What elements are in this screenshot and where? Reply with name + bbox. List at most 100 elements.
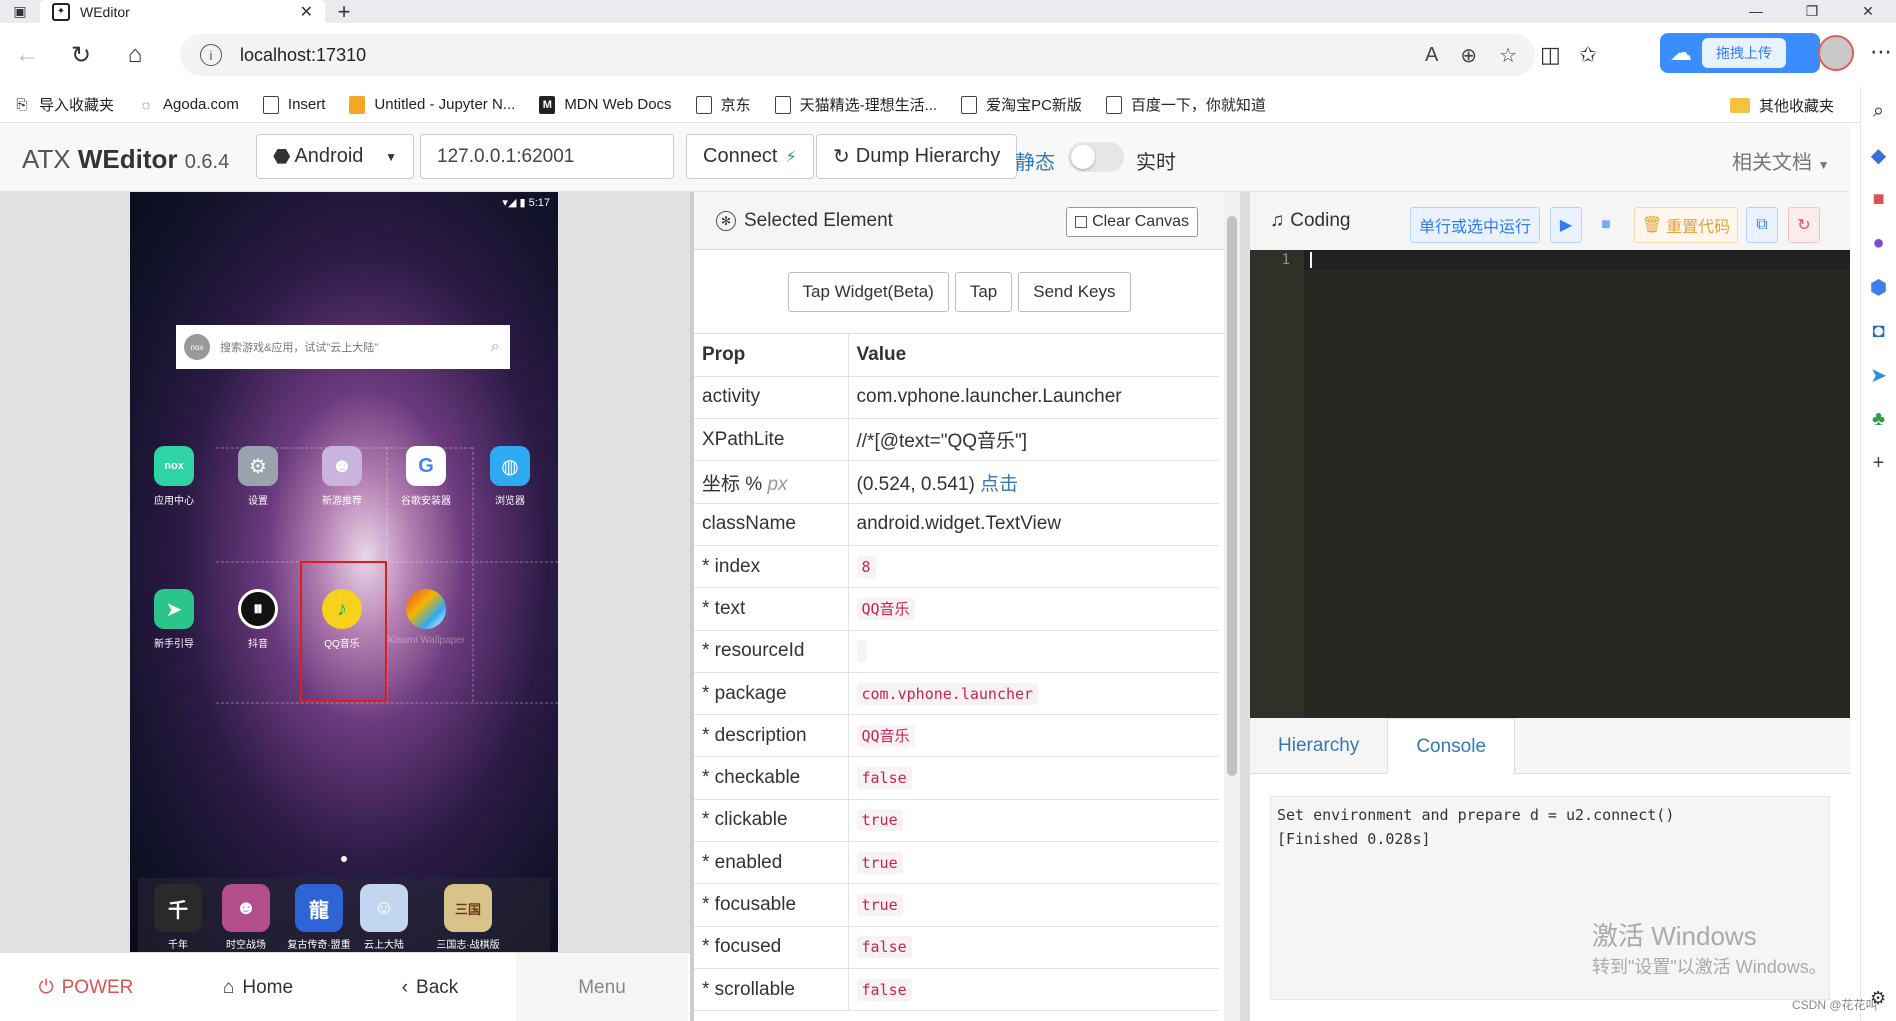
browser-tab-bar: ▣ ✦ WEditor ✕ + — ❐ ✕ [0, 0, 1896, 25]
dump-hierarchy-button[interactable]: ↻ Dump Hierarchy [816, 134, 1018, 179]
mdn-icon: M [539, 95, 556, 114]
bookmark-tmall[interactable]: 天猫精选-理想生活... [774, 94, 937, 115]
line-gutter: 1 [1250, 250, 1304, 718]
app-icon[interactable]: ◍ 浏览器 [470, 446, 550, 507]
tap-widget-button[interactable]: Tap Widget(Beta) [787, 271, 949, 312]
browser-tools: ◫ ✩ [1540, 34, 1597, 76]
cloud-icon: ☁ [1670, 40, 1692, 65]
baidu-upload-button[interactable]: ☁ 拖拽上传 [1660, 33, 1820, 73]
send-keys-button[interactable]: Send Keys [1018, 271, 1131, 312]
tree-icon[interactable]: ♣ [1867, 407, 1891, 431]
info-icon[interactable]: i [200, 44, 222, 66]
search-icon[interactable]: ⌕ [1867, 99, 1891, 123]
back-icon[interactable]: ← [0, 23, 54, 87]
people-icon[interactable]: ● [1867, 231, 1891, 255]
status-bar: ▾◢ ▮ 5:17 [502, 197, 550, 209]
favorites-icon[interactable]: ✩ [1579, 42, 1597, 68]
device-address-input[interactable]: 127.0.0.1:62001 [420, 134, 674, 179]
guide-icon: ➤ [154, 589, 194, 629]
other-bookmarks[interactable]: 其他收藏夹 [1730, 87, 1834, 123]
app-icon[interactable]: 三国 三国志·战棋版 [418, 884, 518, 951]
run-selected-button[interactable]: 单行或选中运行 [1410, 207, 1540, 243]
url-input[interactable]: i localhost:17310 A ⊕ ☆ [180, 34, 1535, 76]
minimize-icon[interactable]: — [1728, 0, 1784, 23]
active-line [1304, 250, 1850, 270]
selected-element-header: ✻ Selected Element Clear Canvas [694, 192, 1224, 250]
app-icon[interactable]: G 谷歌安装器 [386, 446, 466, 507]
copy-icon[interactable]: ⧉ [1746, 207, 1778, 243]
reload-code-icon[interactable]: ↻ [1788, 207, 1820, 243]
reload-icon[interactable]: ↻ [54, 23, 108, 87]
bookmarks-bar: ⎘ 导入收藏夹 ◌ Agoda.com Insert Untitled - Jupy… [0, 87, 1860, 123]
folder-icon [1730, 97, 1750, 113]
sanguo-icon: 三国 [444, 884, 492, 932]
read-aloud-icon[interactable]: A [1425, 44, 1438, 67]
power-button[interactable]: ⏻ POWER [0, 953, 172, 1021]
bookmark-baidu[interactable]: 百度一下，你就知道 [1105, 94, 1266, 115]
bookmark-import[interactable]: ⎘ 导入收藏夹 [14, 94, 114, 115]
app-icon[interactable]: ☺ 云上大陆 [344, 884, 424, 951]
docs-dropdown[interactable]: 相关文档 ▼ [1732, 146, 1829, 175]
stop-icon[interactable]: ■ [1590, 207, 1622, 243]
connect-button[interactable]: Connect ⚡ [686, 134, 814, 179]
more-icon[interactable]: ⋯ [1870, 39, 1892, 65]
bookmark-taobao[interactable]: 爱淘宝PC新版 [961, 94, 1082, 115]
bookmark-jupyter[interactable]: Untitled - Jupyter N... [349, 95, 515, 114]
play-icon[interactable]: ▶ [1550, 207, 1582, 243]
app-icon[interactable]: Xiaomi Wallpaper [386, 589, 466, 646]
zoom-icon[interactable]: ⊕ [1460, 43, 1477, 68]
bookmark-mdn[interactable]: M MDN Web Docs [539, 95, 672, 114]
home-icon[interactable]: ⌂ [108, 23, 162, 87]
clear-canvas-checkbox[interactable]: Clear Canvas [1066, 207, 1198, 237]
restore-icon[interactable]: ❐ [1784, 0, 1840, 23]
toolbox-icon[interactable]: ■ [1867, 187, 1891, 211]
device-screen[interactable]: ▾◢ ▮ 5:17 nox 搜索游戏&应用，试试"云上大陆" ⌕ nox 应用中心… [130, 192, 558, 952]
window-icon[interactable]: ▣ [0, 0, 40, 23]
settings-icon: ⚙ [238, 446, 278, 486]
device-screen-panel: ▾◢ ▮ 5:17 nox 搜索游戏&应用，试试"云上大陆" ⌕ nox 应用中心… [0, 192, 690, 1021]
properties-scrollbar[interactable] [1224, 192, 1240, 1021]
close-window-icon[interactable]: ✕ [1840, 0, 1896, 23]
tag-icon[interactable]: ◆ [1867, 143, 1891, 167]
app-icon[interactable]: ☻ 新游推荐 [302, 446, 382, 507]
scrollbar-thumb[interactable] [1227, 216, 1237, 776]
back-button[interactable]: ‹ Back [344, 953, 516, 1021]
favorite-icon[interactable]: ☆ [1499, 43, 1517, 68]
phone-search-bar[interactable]: nox 搜索游戏&应用，试试"云上大陆" ⌕ [176, 325, 510, 369]
coord-tap-link[interactable]: 点击 [980, 474, 1018, 495]
bookmark-insert[interactable]: Insert [262, 95, 325, 114]
phone-search-placeholder: 搜索游戏&应用，试试"云上大陆" [220, 342, 379, 354]
reset-code-button[interactable]: 🗑 重置代码 [1634, 207, 1738, 243]
close-icon[interactable]: ✕ [300, 2, 313, 22]
bookmark-jd[interactable]: 京东 [695, 94, 751, 115]
browser-tab[interactable]: ✦ WEditor ✕ [40, 0, 325, 23]
selected-element-title: Selected Element [744, 209, 893, 231]
send-icon[interactable]: ➤ [1867, 363, 1891, 387]
outlook-icon[interactable]: ◘ [1867, 319, 1891, 343]
tap-button[interactable]: Tap [954, 271, 1013, 312]
value-header: Value [848, 334, 1219, 377]
page-icon [695, 95, 712, 114]
app-icon[interactable]: ⚙ 设置 [218, 446, 298, 507]
home-button[interactable]: ⌂ Home [172, 953, 344, 1021]
platform-select[interactable]: ⬣ Android ▼ [256, 134, 414, 179]
menu-button[interactable]: Menu [516, 953, 688, 1021]
avatar[interactable] [1818, 35, 1854, 71]
app-icon[interactable]: ⏸ 抖音 [218, 589, 298, 650]
app-icon[interactable]: nox 应用中心 [134, 446, 214, 507]
split-icon[interactable]: ◫ [1540, 42, 1561, 68]
settings-gear-icon[interactable]: ⚙ [1870, 988, 1886, 1009]
power-icon: ⏻ [38, 976, 54, 998]
live-mode-toggle[interactable] [1068, 142, 1124, 172]
table-row: activity com.vphone.launcher.Launcher [694, 376, 1219, 420]
office-icon[interactable]: ⬢ [1867, 275, 1891, 299]
new-tab-icon[interactable]: + [329, 0, 359, 25]
bookmark-agoda[interactable]: ◌ Agoda.com [138, 96, 239, 114]
app-icon[interactable]: ➤ 新手引导 [134, 589, 214, 650]
code-editor[interactable]: 1 [1250, 250, 1850, 718]
tab-hierarchy[interactable]: Hierarchy [1250, 718, 1387, 774]
tab-title: WEditor [80, 3, 130, 20]
tab-console[interactable]: Console [1387, 718, 1516, 774]
add-icon[interactable]: + [1867, 451, 1891, 475]
jupyter-icon [349, 95, 366, 114]
